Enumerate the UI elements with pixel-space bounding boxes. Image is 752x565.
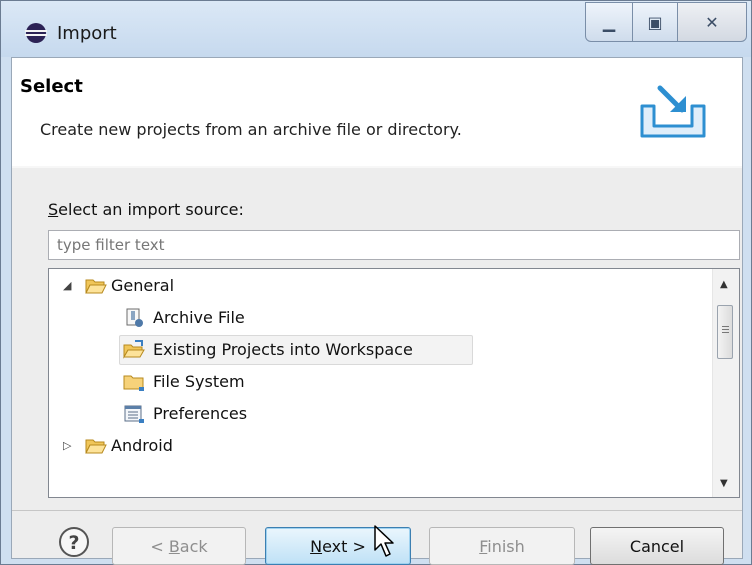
tree-item-archive-file[interactable]: Archive File xyxy=(49,303,709,333)
minimize-button[interactable]: ▁ xyxy=(585,2,633,42)
grip-icon xyxy=(722,326,729,327)
finish-button[interactable]: Finish xyxy=(429,527,575,565)
finish-label: inish xyxy=(487,536,525,556)
footer-separator xyxy=(12,510,742,511)
import-wizard-icon xyxy=(640,85,706,138)
cancel-button[interactable]: Cancel xyxy=(590,527,724,565)
import-source-tree[interactable]: ◢ General Archive File Existing Projects… xyxy=(48,268,740,498)
tree-item-label: Android xyxy=(111,436,173,455)
mouse-pointer-icon xyxy=(374,525,394,557)
tree-item-android[interactable]: ▷ Android xyxy=(49,431,709,461)
tree-item-general[interactable]: ◢ General xyxy=(49,271,709,301)
dialog-content: Select Create new projects from an archi… xyxy=(11,57,743,565)
import-source-label: Select an import source: xyxy=(48,200,244,219)
tree-item-label: File System xyxy=(153,372,245,391)
eclipse-icon xyxy=(25,23,47,43)
svg-text:?: ? xyxy=(68,532,79,554)
scroll-down-icon[interactable]: ▼ xyxy=(720,478,728,489)
page-description: Create new projects from an archive file… xyxy=(40,120,462,139)
title-bar[interactable]: Import ▁ ▣ ✕ xyxy=(1,1,751,57)
page-title: Select xyxy=(20,76,83,97)
tree-item-existing-projects[interactable]: Existing Projects into Workspace xyxy=(49,335,709,365)
folder-icon xyxy=(123,375,144,391)
back-button[interactable]: < Back xyxy=(112,527,246,565)
tree-item-preferences[interactable]: Preferences xyxy=(49,399,709,429)
next-label: ext > xyxy=(322,536,366,556)
maximize-button[interactable]: ▣ xyxy=(632,2,678,42)
preferences-icon xyxy=(124,405,144,423)
archive-file-icon xyxy=(126,308,143,327)
minimize-icon: ▁ xyxy=(602,12,616,32)
help-icon[interactable]: ? xyxy=(58,526,90,558)
back-label: ack xyxy=(179,536,208,556)
label-text: elect an import source: xyxy=(58,200,244,219)
import-dialog: Import ▁ ▣ ✕ Select Create new projects … xyxy=(0,0,752,565)
maximize-icon: ▣ xyxy=(647,12,663,32)
close-icon: ✕ xyxy=(705,12,719,32)
expanded-arrow-icon[interactable]: ◢ xyxy=(63,279,71,292)
folder-open-icon xyxy=(85,279,107,294)
header-banner: Select Create new projects from an archi… xyxy=(12,58,742,167)
filter-input[interactable] xyxy=(48,230,740,260)
tree-item-label: General xyxy=(111,276,175,295)
label-accelerator: S xyxy=(48,200,59,219)
back-accelerator: B xyxy=(168,536,180,556)
projects-folder-icon xyxy=(123,340,145,359)
tree-item-label: Archive File xyxy=(153,308,245,327)
collapsed-arrow-icon[interactable]: ▷ xyxy=(63,439,71,452)
scrollbar-thumb[interactable] xyxy=(717,305,733,359)
tree-item-label: Preferences xyxy=(153,404,248,423)
vertical-scrollbar[interactable]: ▲ ▼ xyxy=(712,269,739,497)
banner-separator xyxy=(12,166,742,168)
next-accelerator: N xyxy=(310,536,323,556)
scroll-up-icon[interactable]: ▲ xyxy=(720,279,728,290)
back-prefix: < xyxy=(150,536,169,556)
tree-item-label: Existing Projects into Workspace xyxy=(153,340,413,359)
close-button[interactable]: ✕ xyxy=(677,2,747,42)
tree-item-file-system[interactable]: File System xyxy=(49,367,709,397)
folder-open-icon xyxy=(85,439,107,454)
window-title: Import xyxy=(57,23,117,44)
